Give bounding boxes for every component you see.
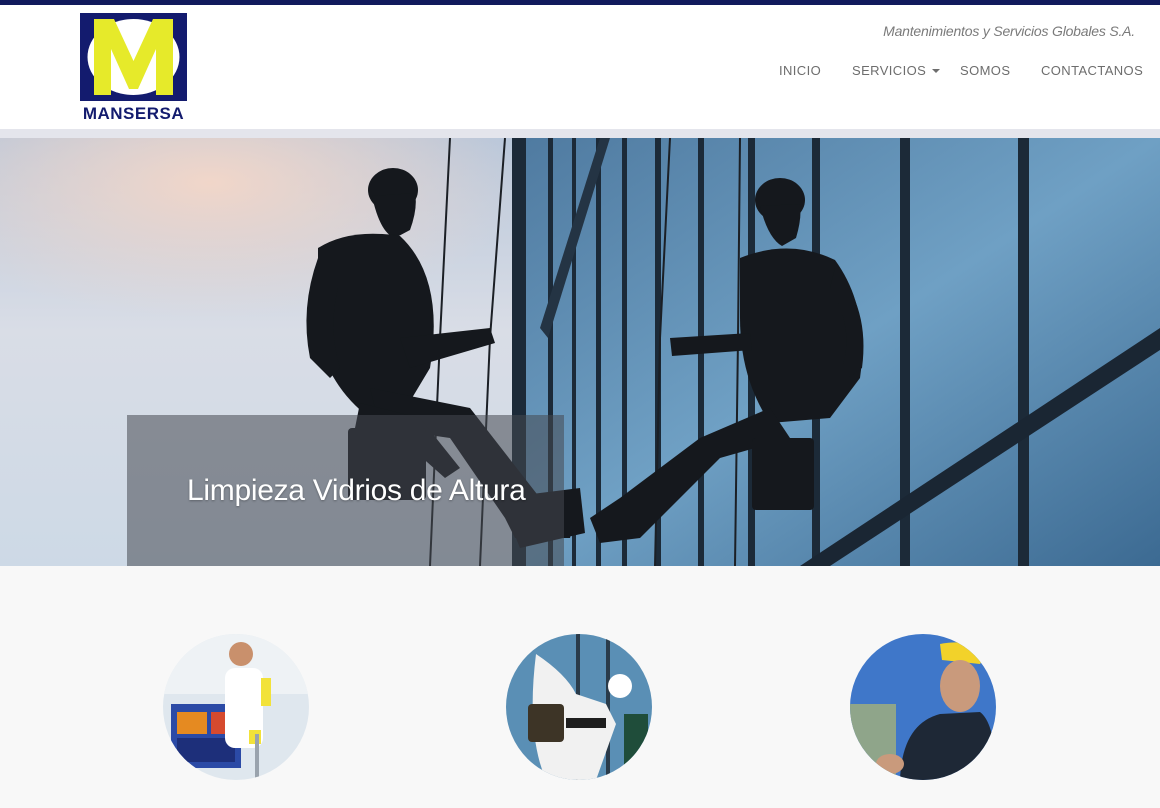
service-card-cleaning[interactable] — [163, 634, 309, 780]
nav-contactanos-label: CONTACTANOS — [1041, 63, 1144, 78]
nav-somos[interactable]: SOMOS — [960, 63, 1010, 78]
mansersa-logo-icon: MANSERSA — [80, 13, 187, 123]
harness-worker-photo-icon — [506, 634, 652, 780]
nav-servicios[interactable]: SERVICIOS — [852, 63, 941, 78]
site-logo[interactable]: MANSERSA — [80, 13, 187, 123]
nav-inicio-label: INICIO — [779, 63, 822, 78]
nav-contactanos[interactable]: CONTACTANOS — [1041, 63, 1143, 78]
nav-servicios-label: SERVICIOS — [852, 63, 927, 78]
service-card-height-work[interactable] — [506, 634, 652, 780]
header-divider — [0, 129, 1160, 138]
cleaning-cart-worker-photo-icon — [163, 634, 309, 780]
nav-inicio[interactable]: INICIO — [779, 63, 821, 78]
caret-down-icon — [932, 69, 941, 73]
company-tagline: Mantenimientos y Servicios Globales S.A. — [883, 23, 1135, 39]
helmet-worker-photo-icon — [850, 634, 996, 780]
nav-somos-label: SOMOS — [960, 63, 1011, 78]
svg-text:MANSERSA: MANSERSA — [83, 104, 184, 121]
service-card-maintenance[interactable] — [850, 634, 996, 780]
slide-caption-text: Limpieza Vidrios de Altura — [187, 474, 526, 507]
hero-slider[interactable]: Limpieza Vidrios de Altura — [0, 138, 1160, 566]
